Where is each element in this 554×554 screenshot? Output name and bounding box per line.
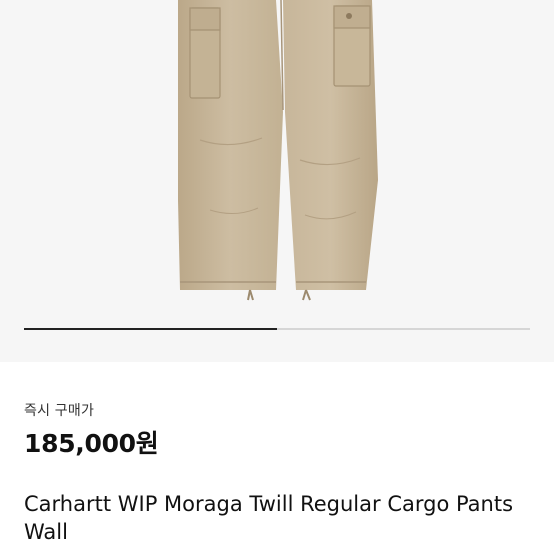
gallery-indicator-active bbox=[24, 328, 277, 330]
product-title: Carhartt WIP Moraga Twill Regular Cargo … bbox=[24, 492, 514, 544]
cargo-pants-icon bbox=[178, 0, 378, 301]
price-label: 즉시 구매가 bbox=[24, 403, 95, 419]
product-image[interactable] bbox=[0, 0, 554, 362]
price: 185,000원 bbox=[24, 429, 159, 458]
gallery-indicator bbox=[24, 328, 530, 330]
